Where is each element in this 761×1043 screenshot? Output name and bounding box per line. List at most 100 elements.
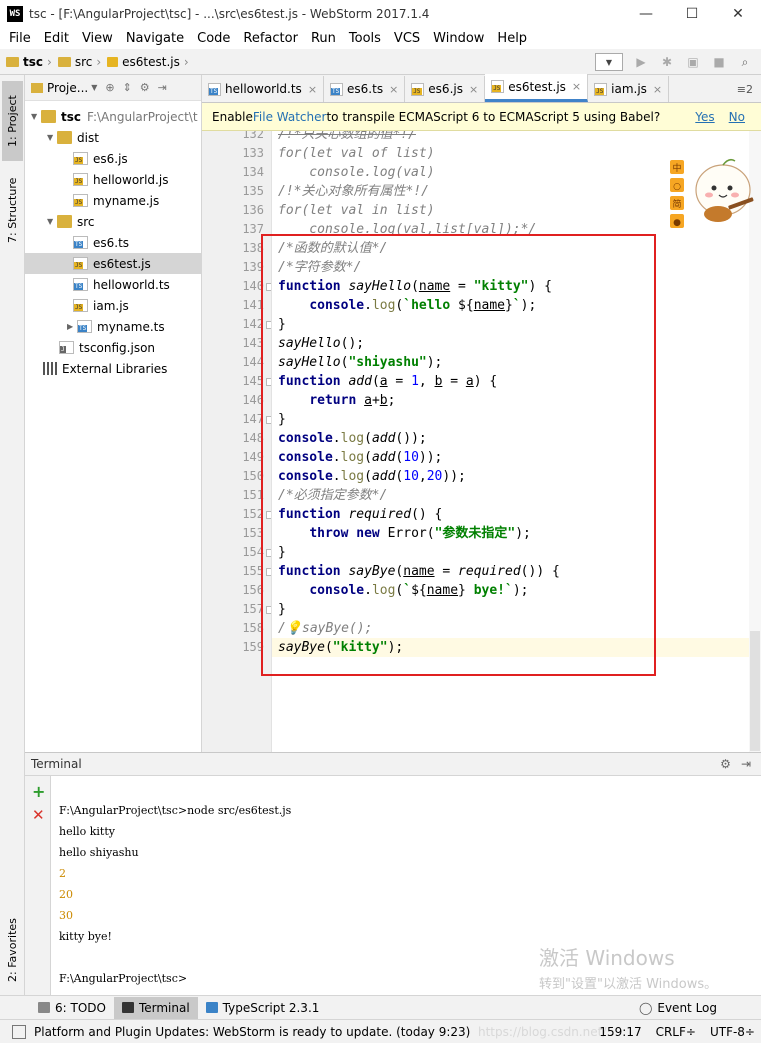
close-tab-icon[interactable]: × xyxy=(653,83,662,96)
code-line[interactable]: } xyxy=(278,410,286,429)
tool-tab-terminal[interactable]: Terminal xyxy=(113,996,198,1019)
expand-arrow-icon[interactable]: ▼ xyxy=(31,112,41,121)
code-line[interactable]: } xyxy=(278,600,286,619)
code-line[interactable]: sayHello("shiyashu"); xyxy=(278,353,442,372)
code-line[interactable]: console.log(add()); xyxy=(278,429,427,448)
code-line[interactable]: console.log(`hello ${name}`); xyxy=(278,296,536,315)
tree-item[interactable]: myname.js xyxy=(25,190,202,211)
editor-tab[interactable]: helloworld.ts × xyxy=(202,76,325,102)
stop-icon[interactable]: ■ xyxy=(711,54,727,70)
code-line[interactable]: /*函数的默认值*/ xyxy=(278,239,387,258)
hide-panel-icon[interactable]: ⇥ xyxy=(741,757,751,771)
globe-icon[interactable]: ⊕ xyxy=(105,81,114,94)
gear-icon[interactable]: ⚙ xyxy=(720,757,731,771)
minimize-button[interactable]: — xyxy=(623,0,669,28)
collapse-arrow-icon[interactable]: ▶ xyxy=(67,322,77,331)
toggle-tool-windows-icon[interactable] xyxy=(12,1024,26,1039)
code-line[interactable]: /!*关心对象所有属性*!/ xyxy=(278,182,429,201)
code-line[interactable]: /!*只关心数组的值*!/ xyxy=(278,131,416,144)
tree-item[interactable]: ▼ src xyxy=(25,211,202,232)
tree-item[interactable]: iam.js xyxy=(25,295,202,316)
terminal-output[interactable]: F:\AngularProject\tsc>node src/es6test.j… xyxy=(51,776,761,995)
tree-item[interactable]: helloworld.js xyxy=(25,169,202,190)
close-button[interactable]: ✕ xyxy=(715,0,761,28)
menu-navigate[interactable]: Navigate xyxy=(119,31,190,46)
code-line[interactable]: /*必须指定参数*/ xyxy=(278,486,387,505)
maximize-button[interactable]: ☐ xyxy=(669,0,715,28)
menu-window[interactable]: Window xyxy=(426,31,490,46)
tree-item[interactable]: ▼ dist xyxy=(25,127,202,148)
menu-edit[interactable]: Edit xyxy=(37,31,75,46)
notification-no-link[interactable]: No xyxy=(729,110,745,124)
line-separator[interactable]: CRLF÷ xyxy=(656,1025,696,1039)
debug-icon[interactable]: ✱ xyxy=(659,54,675,70)
menu-file[interactable]: File xyxy=(0,31,37,46)
code-line[interactable]: console.log(val) xyxy=(278,163,434,182)
tree-item[interactable]: ▼ tsc F:\AngularProject\t xyxy=(25,106,202,127)
search-icon[interactable]: ⌕ xyxy=(737,54,753,70)
code-line[interactable]: return a+b; xyxy=(278,391,395,410)
breadcrumb-file[interactable]: es6test.js xyxy=(107,55,180,69)
breadcrumb-tsc[interactable]: tsc xyxy=(6,55,43,69)
tree-item[interactable]: ▶ myname.ts xyxy=(25,316,202,337)
gear-icon[interactable]: ⚙ xyxy=(140,81,150,94)
menu-refactor[interactable]: Refactor xyxy=(236,31,304,46)
tree-item[interactable]: helloworld.ts xyxy=(25,274,202,295)
editor-tab[interactable]: es6test.js × xyxy=(485,74,589,102)
file-watcher-link[interactable]: File Watcher xyxy=(253,110,327,124)
status-message[interactable]: Platform and Plugin Updates: WebStorm is… xyxy=(34,1025,470,1039)
tool-tab-typescript[interactable]: TypeScript 2.3.1 xyxy=(198,997,328,1019)
close-tab-icon[interactable]: × xyxy=(469,83,478,96)
close-tab-icon[interactable]: × xyxy=(308,83,317,96)
tool-tab-structure[interactable]: 7: Structure xyxy=(2,170,23,250)
menu-tools[interactable]: Tools xyxy=(342,31,387,46)
code-line[interactable]: /💡sayBye(); xyxy=(278,619,372,638)
code-line[interactable]: for(let val of list) xyxy=(278,144,435,163)
code-line[interactable]: for(let val in list) xyxy=(278,201,435,220)
tool-tab-project[interactable]: 1: Project xyxy=(2,81,23,161)
tree-item[interactable]: External Libraries xyxy=(25,358,202,379)
coverage-icon[interactable]: ▣ xyxy=(685,54,701,70)
expand-arrow-icon[interactable]: ▼ xyxy=(47,217,57,226)
tool-tab-event-log[interactable]: ◯ Event Log xyxy=(631,997,725,1019)
close-tab-icon[interactable]: × xyxy=(572,80,581,93)
tree-item[interactable]: es6test.js xyxy=(25,253,202,274)
code-line[interactable]: function required() { xyxy=(278,505,442,524)
code-line[interactable]: throw new Error("参数未指定"); xyxy=(278,524,531,543)
hide-icon[interactable]: ⇥ xyxy=(158,81,167,94)
caret-position[interactable]: 159:17 xyxy=(599,1025,641,1039)
code-line[interactable]: function sayHello(name = "kitty") { xyxy=(278,277,552,296)
collapse-icon[interactable]: ⇕ xyxy=(123,81,132,94)
notification-yes-link[interactable]: Yes xyxy=(695,110,714,124)
code-line[interactable]: console.log(val,list[val]);*/ xyxy=(278,220,536,239)
code-line[interactable]: function add(a = 1, b = a) { xyxy=(278,372,497,391)
project-view-dropdown[interactable]: Proje... xyxy=(47,81,88,95)
close-tab-icon[interactable]: × xyxy=(389,83,398,96)
tree-item[interactable]: es6.js xyxy=(25,148,202,169)
editor-tab[interactable]: es6.ts × xyxy=(324,76,406,102)
code-line[interactable]: /*字符参数*/ xyxy=(278,258,361,277)
more-tabs-button[interactable]: ≡2 xyxy=(737,83,753,96)
tool-tab-todo[interactable]: 6: TODO xyxy=(30,997,114,1019)
menu-vcs[interactable]: VCS xyxy=(387,31,426,46)
editor-tab[interactable]: iam.js × xyxy=(588,76,670,102)
run-config-dropdown[interactable]: ▼ xyxy=(595,53,623,71)
run-icon[interactable]: ▶ xyxy=(633,54,649,70)
tool-tab-favorites[interactable]: 2: Favorites xyxy=(2,905,23,995)
menu-view[interactable]: View xyxy=(75,31,119,46)
code-line[interactable]: sayHello(); xyxy=(278,334,364,353)
code-line[interactable]: } xyxy=(278,315,286,334)
breadcrumb-src[interactable]: src xyxy=(57,55,92,69)
editor-tab[interactable]: es6.js × xyxy=(405,76,486,102)
tree-item[interactable]: tsconfig.json xyxy=(25,337,202,358)
tree-item[interactable]: es6.ts xyxy=(25,232,202,253)
close-session-icon[interactable]: ✕ xyxy=(32,806,45,824)
editor-scroll-thumb[interactable] xyxy=(750,631,760,751)
code-line[interactable]: console.log(add(10)); xyxy=(278,448,442,467)
code-line[interactable]: sayBye("kitty"); xyxy=(272,638,761,657)
code-line[interactable]: function sayBye(name = required()) { xyxy=(278,562,560,581)
code-line[interactable]: } xyxy=(278,543,286,562)
menu-help[interactable]: Help xyxy=(490,31,533,46)
code-line[interactable]: console.log(`${name} bye!`); xyxy=(278,581,528,600)
code-line[interactable]: console.log(add(10,20)); xyxy=(278,467,466,486)
